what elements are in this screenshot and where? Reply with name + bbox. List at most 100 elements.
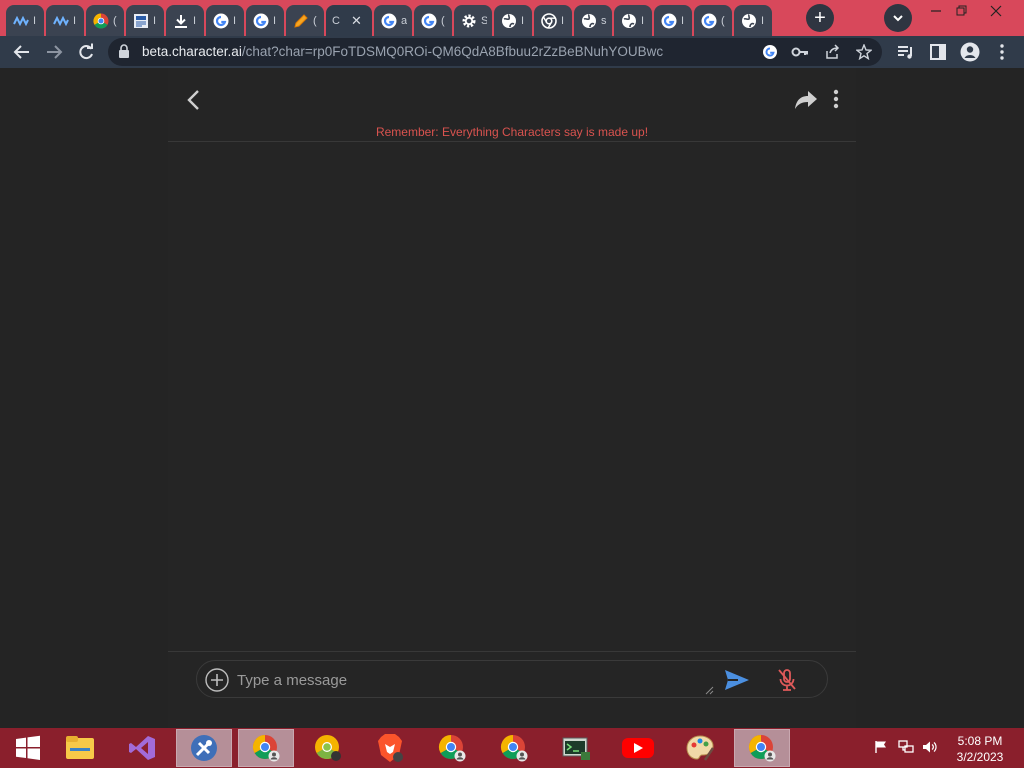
add-attachment-button[interactable] bbox=[205, 668, 229, 692]
action-center-flag-icon[interactable] bbox=[874, 740, 888, 757]
restore-button[interactable] bbox=[946, 0, 978, 22]
google-g-icon bbox=[252, 12, 270, 30]
youtube-taskbar-button[interactable] bbox=[610, 729, 666, 767]
browser-tab[interactable]: ( bbox=[286, 5, 324, 36]
terminal-taskbar-button[interactable] bbox=[548, 729, 604, 767]
browser-tab[interactable]: I bbox=[614, 5, 652, 36]
tab-title: I bbox=[153, 14, 157, 27]
chrome-profile-taskbar-button[interactable] bbox=[424, 729, 480, 767]
chrome-profile-icon bbox=[437, 733, 467, 763]
browser-tab[interactable]: I bbox=[654, 5, 692, 36]
share-page-button[interactable] bbox=[822, 42, 842, 62]
chrome-profile-icon bbox=[251, 733, 281, 763]
resize-handle-icon[interactable] bbox=[704, 685, 714, 695]
profile-button[interactable] bbox=[958, 40, 982, 64]
reload-button[interactable] bbox=[74, 40, 98, 64]
tab-title: I bbox=[521, 14, 525, 27]
url-path: /chat?char=rp0FoTDSMQ0ROi-QM6QdA8Bfbuu2r… bbox=[241, 44, 664, 59]
google-g-icon bbox=[380, 12, 398, 30]
side-panel-button[interactable] bbox=[926, 40, 950, 64]
browser-tab[interactable]: I bbox=[166, 5, 204, 36]
network-icon[interactable] bbox=[898, 740, 914, 757]
tab-title: I bbox=[33, 14, 37, 27]
google-g-icon bbox=[700, 12, 718, 30]
kebab-menu-icon bbox=[833, 89, 839, 109]
start-button[interactable] bbox=[0, 729, 56, 767]
system-clock[interactable]: 5:08 PM 3/2/2023 bbox=[950, 733, 1010, 765]
chat-options-button[interactable] bbox=[830, 88, 842, 112]
side-panel-icon bbox=[930, 44, 946, 60]
file-explorer-taskbar-button[interactable] bbox=[52, 729, 108, 767]
chrome-canary-icon bbox=[313, 733, 343, 763]
tab-strip: I I(I I I I(C ✕ a(S I Is I I(I + bbox=[0, 0, 1024, 36]
browser-tab[interactable]: I bbox=[734, 5, 772, 36]
share-box-icon bbox=[826, 44, 840, 59]
google-lens-button[interactable] bbox=[760, 42, 780, 62]
tools-taskbar-button[interactable] bbox=[176, 729, 232, 767]
browser-tab[interactable]: I bbox=[206, 5, 244, 36]
chrome-outline-icon bbox=[540, 12, 558, 30]
close-tab-icon[interactable]: ✕ bbox=[351, 13, 362, 29]
share-chat-button[interactable] bbox=[794, 90, 818, 110]
web-page: Remember: Everything Characters say is m… bbox=[0, 68, 1024, 728]
chevron-left-icon bbox=[187, 90, 199, 110]
tab-title: I bbox=[641, 14, 645, 27]
tab-title: ( bbox=[113, 14, 117, 27]
kebab-menu-icon bbox=[1000, 44, 1004, 60]
chrome-canary-taskbar-button[interactable] bbox=[300, 729, 356, 767]
browser-tab[interactable]: I bbox=[534, 5, 572, 36]
send-button[interactable] bbox=[724, 669, 750, 691]
globe-icon bbox=[620, 12, 638, 30]
google-g-icon bbox=[212, 12, 230, 30]
volume-icon[interactable] bbox=[922, 740, 938, 757]
chat-panel: Remember: Everything Characters say is m… bbox=[168, 68, 856, 728]
browser-tab[interactable]: ( bbox=[694, 5, 732, 36]
windows-logo-icon bbox=[16, 735, 40, 760]
avatar-icon bbox=[960, 42, 980, 62]
browser-tab[interactable]: ( bbox=[414, 5, 452, 36]
browser-tab[interactable]: I bbox=[246, 5, 284, 36]
chrome-profile-taskbar-button[interactable] bbox=[238, 729, 294, 767]
browser-tab[interactable]: S bbox=[454, 5, 492, 36]
url-text[interactable]: beta.character.ai/chat?char=rp0FoTDSMQ0R… bbox=[142, 44, 663, 59]
browser-tab[interactable]: s bbox=[574, 5, 612, 36]
tab-search-button[interactable] bbox=[884, 4, 912, 32]
google-g-icon bbox=[763, 45, 777, 59]
brave-taskbar-button[interactable] bbox=[362, 729, 418, 767]
browser-tab[interactable]: I bbox=[494, 5, 532, 36]
restore-icon bbox=[956, 5, 967, 16]
music-list-icon bbox=[898, 46, 912, 59]
send-icon bbox=[725, 670, 749, 690]
browser-tab[interactable]: I bbox=[126, 5, 164, 36]
back-button[interactable] bbox=[182, 86, 204, 114]
browser-tab[interactable]: ( bbox=[86, 5, 124, 36]
browser-tab[interactable]: a bbox=[374, 5, 412, 36]
back-button[interactable] bbox=[10, 40, 34, 64]
visual-studio-icon bbox=[128, 734, 156, 762]
browser-tab[interactable]: I bbox=[6, 5, 44, 36]
message-input[interactable] bbox=[237, 665, 717, 695]
minimize-icon bbox=[931, 10, 941, 12]
browser-tab[interactable]: C ✕ bbox=[326, 5, 372, 36]
chrome-profile-taskbar-button[interactable] bbox=[486, 729, 542, 767]
visual-studio-taskbar-button[interactable] bbox=[114, 729, 170, 767]
close-window-button[interactable] bbox=[980, 0, 1012, 22]
browser-menu-button[interactable] bbox=[990, 40, 1014, 64]
address-bar[interactable]: beta.character.ai/chat?char=rp0FoTDSMQ0R… bbox=[108, 38, 882, 66]
star-icon bbox=[856, 44, 872, 60]
paint-taskbar-button[interactable] bbox=[672, 729, 728, 767]
media-controls-button[interactable] bbox=[894, 40, 918, 64]
tab-title: I bbox=[73, 14, 77, 27]
microphone-off-icon bbox=[778, 669, 796, 691]
chrome-profile-taskbar-button[interactable] bbox=[734, 729, 790, 767]
passwords-button[interactable] bbox=[790, 42, 810, 62]
new-tab-button[interactable]: + bbox=[806, 4, 834, 32]
lock-icon[interactable] bbox=[118, 44, 130, 59]
microphone-button[interactable] bbox=[777, 668, 797, 692]
forward-button[interactable] bbox=[42, 40, 66, 64]
chrome-logo-icon bbox=[92, 12, 110, 30]
browser-tab[interactable]: I bbox=[46, 5, 84, 36]
google-g-icon bbox=[660, 12, 678, 30]
news-icon bbox=[132, 12, 150, 30]
bookmark-button[interactable] bbox=[854, 42, 874, 62]
